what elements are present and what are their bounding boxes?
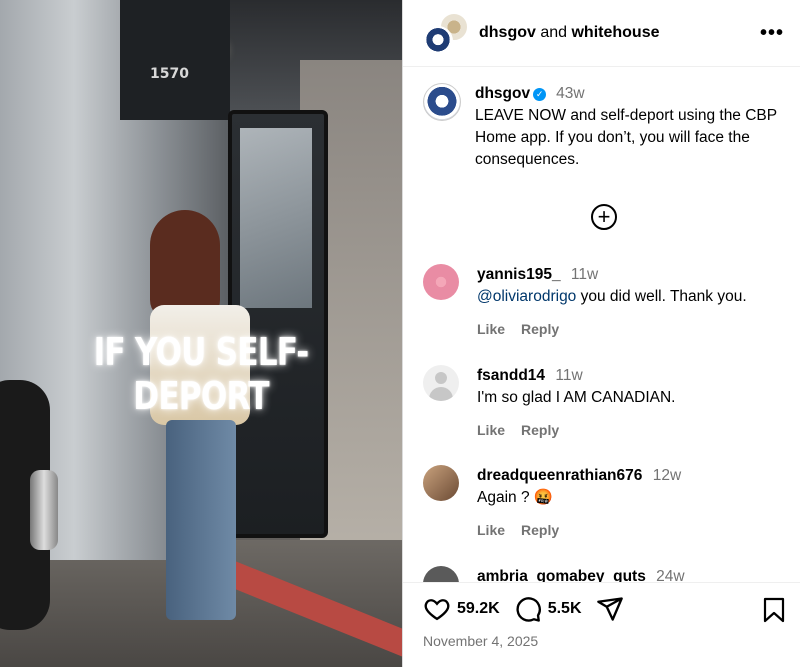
comment-icon[interactable] [514, 595, 542, 623]
comment-username[interactable]: fsandd14 [477, 367, 545, 384]
comment-item: dreadqueenrathian676 12w Again ? 🤬 Like R… [423, 465, 681, 541]
dhsgov-avatar[interactable] [423, 26, 453, 56]
bus-number: 1570 [150, 66, 189, 82]
comment-time[interactable]: 11w [555, 367, 582, 384]
more-options-icon[interactable]: ••• [760, 22, 784, 45]
commenter-avatar[interactable] [423, 566, 459, 582]
comment-username[interactable]: dreadqueenrathian676 [477, 467, 642, 484]
comment-mention-link[interactable]: @oliviarodrigo [477, 288, 576, 305]
wheel-rim [30, 470, 58, 550]
share-icon[interactable] [596, 595, 624, 623]
comment-username[interactable]: yannis195_ [477, 266, 561, 283]
video-overlay-text: IF YOU SELF-DEPORT [93, 330, 310, 418]
comment-text: Again ? 🤬 [477, 489, 554, 506]
comment-time[interactable]: 24w [656, 568, 684, 582]
reply-comment-button[interactable]: Reply [521, 522, 559, 538]
author-username-link[interactable]: dhsgov [479, 24, 536, 41]
caption-time[interactable]: 43w [556, 85, 584, 102]
comment-time[interactable]: 11w [571, 266, 598, 283]
collaborator-username-link[interactable]: whitehouse [571, 24, 659, 41]
jeans [166, 420, 236, 620]
hair [150, 210, 220, 320]
reply-comment-button[interactable]: Reply [521, 321, 559, 337]
verified-badge-icon: ✓ [533, 88, 547, 101]
comment-item-partial: ambria_gomabey_guts 24w [423, 566, 685, 582]
comment-time[interactable]: 12w [653, 467, 681, 484]
caption-username[interactable]: dhsgov [475, 85, 530, 102]
post-date[interactable]: November 4, 2025 [423, 633, 538, 649]
default-avatar-icon[interactable] [423, 365, 459, 401]
commenter-avatar[interactable] [423, 465, 459, 501]
comment-text: I'm so glad I AM CANADIAN. [477, 389, 676, 406]
post-video[interactable]: 1570 IF YOU SELF-DEPORT [0, 0, 402, 667]
post-caption: dhsgov ✓ 43w LEAVE NOW and self-deport usi… [403, 67, 800, 171]
post-details-panel: dhsgov and whitehouse ••• dhsgov ✓ 43w LEA… [402, 0, 800, 668]
comments-count[interactable]: 5.5K [548, 600, 582, 618]
like-comment-button[interactable]: Like [477, 522, 505, 538]
commenter-avatar[interactable] [423, 264, 459, 300]
comment-item: fsandd14 11w I'm so glad I AM CANADIAN. … [423, 365, 676, 441]
reply-comment-button[interactable]: Reply [521, 422, 559, 438]
collab-title: dhsgov and whitehouse [479, 24, 660, 42]
post-viewer: 1570 IF YOU SELF-DEPORT dhsgov and white… [0, 0, 800, 668]
collab-avatars[interactable] [423, 12, 469, 56]
post-actions-bar: 59.2K 5.5K November 4, 2025 [403, 582, 800, 668]
and-label: and [535, 24, 572, 41]
heart-icon[interactable] [423, 595, 451, 623]
caption-text: LEAVE NOW and self-deport using the CBP … [475, 107, 777, 168]
post-header: dhsgov and whitehouse ••• [403, 0, 800, 67]
bus-front-panel [120, 0, 230, 120]
like-comment-button[interactable]: Like [477, 422, 505, 438]
likes-count[interactable]: 59.2K [457, 600, 500, 618]
comment-username[interactable]: ambria_gomabey_guts [477, 568, 646, 582]
bookmark-icon[interactable] [763, 597, 785, 623]
dhs-seal-avatar[interactable] [423, 83, 461, 121]
like-comment-button[interactable]: Like [477, 321, 505, 337]
girl-with-backpack [150, 210, 250, 630]
comment-text: you did well. Thank you. [576, 288, 747, 305]
door-window [240, 128, 312, 308]
comment-item: yannis195_ 11w @oliviarodrigo you did we… [423, 264, 747, 340]
load-more-comments-icon[interactable]: + [591, 204, 617, 230]
